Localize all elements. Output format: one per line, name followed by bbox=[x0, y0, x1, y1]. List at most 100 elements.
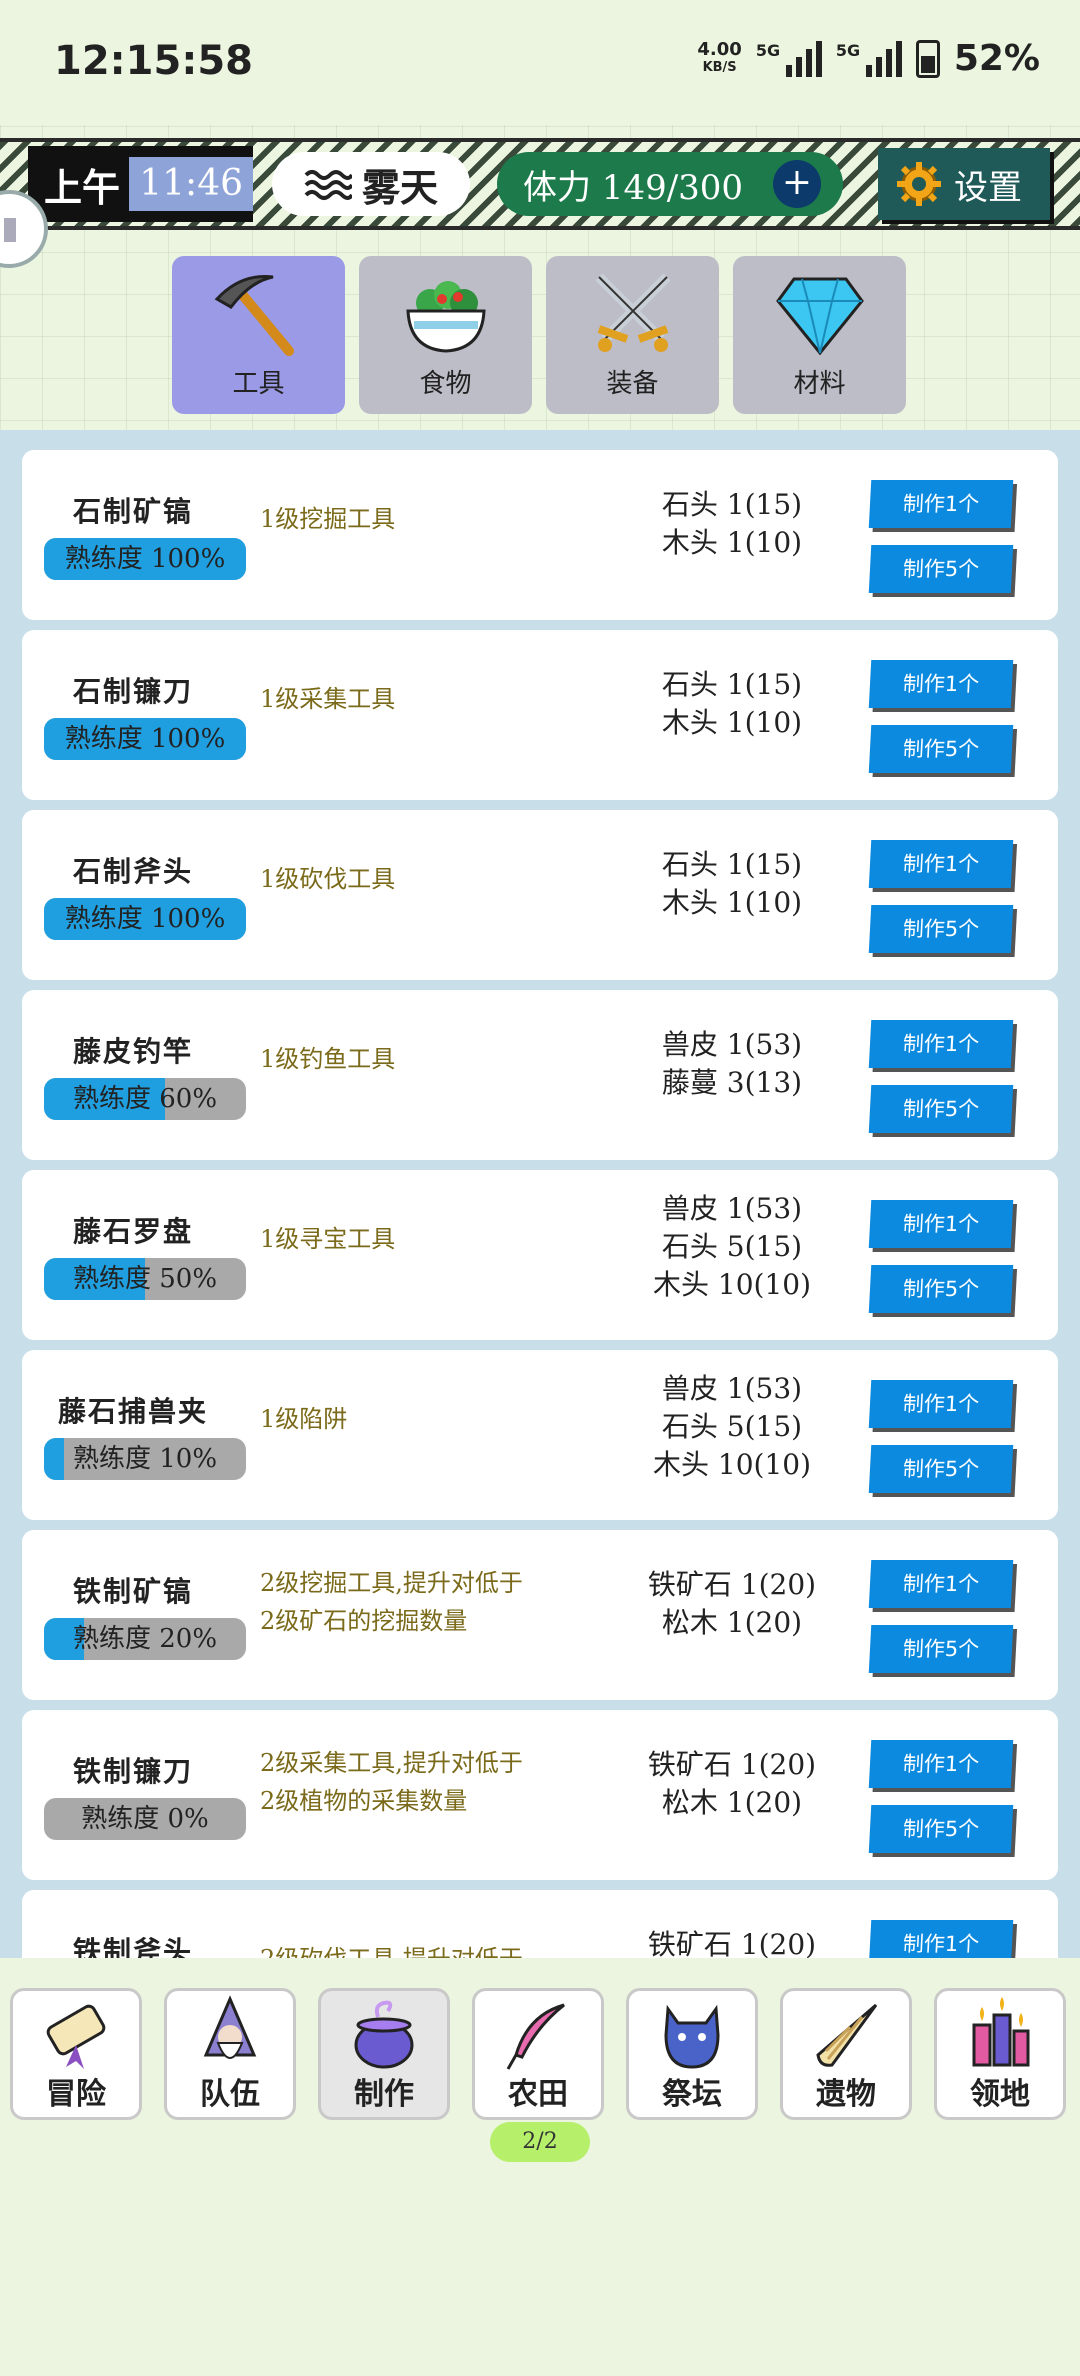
diamond-icon bbox=[775, 277, 864, 356]
material-requirement: 石头 5(15) bbox=[661, 1230, 803, 1263]
tab-label: 工具 bbox=[232, 369, 285, 399]
fog-icon bbox=[304, 170, 352, 200]
proficiency-label: 熟练度 60% bbox=[72, 1084, 218, 1114]
category-tabs: 工具 食物 装备 材料 bbox=[172, 256, 906, 414]
craft-5-button[interactable]: 制作5个 bbox=[868, 1445, 1014, 1493]
craft-5-button[interactable]: 制作5个 bbox=[868, 1805, 1014, 1853]
material-requirement: 藤蔓 3(13) bbox=[661, 1066, 803, 1099]
material-requirement: 木头 10(10) bbox=[652, 1448, 811, 1481]
craft-1-button[interactable]: 制作1个 bbox=[868, 1920, 1014, 1958]
tab-food[interactable]: 食物 bbox=[359, 256, 532, 414]
stamina-bar: 体力 149/300 + bbox=[497, 152, 843, 216]
recipe-description: 1级寻宝工具 bbox=[260, 1225, 396, 1253]
scroll-icon bbox=[46, 2004, 106, 2069]
crossed-swords-icon bbox=[594, 273, 671, 352]
bottom-navigation: 冒险 队伍 制作 农田 祭坛 遗物 领地 2/2 bbox=[0, 1958, 1080, 2376]
craft-1-button[interactable]: 制作1个 bbox=[868, 1740, 1014, 1788]
material-requirement: 松木 1(20) bbox=[661, 1786, 803, 1819]
craft-1-button[interactable]: 制作1个 bbox=[868, 1380, 1014, 1428]
proficiency-bar: 熟练度 100% bbox=[44, 898, 246, 940]
material-requirement: 兽皮 1(53) bbox=[661, 1028, 803, 1061]
material-requirement: 石头 1(15) bbox=[661, 488, 803, 521]
recipe-description: 1级挖掘工具 bbox=[260, 505, 396, 533]
material-requirement: 木头 1(10) bbox=[661, 886, 803, 919]
proficiency-label: 熟练度 0% bbox=[81, 1804, 209, 1834]
proficiency-label: 熟练度 10% bbox=[72, 1444, 218, 1474]
craft-1-button[interactable]: 制作1个 bbox=[868, 840, 1014, 888]
material-requirement: 铁矿石 1(20) bbox=[647, 1748, 817, 1781]
craft-1-button[interactable]: 制作1个 bbox=[868, 480, 1014, 528]
proficiency-bar: 熟练度 0% bbox=[44, 1798, 246, 1840]
add-stamina-button[interactable]: + bbox=[773, 160, 821, 208]
material-requirement: 木头 1(10) bbox=[661, 526, 803, 559]
recipe-description: 2级采集工具,提升对低于 bbox=[260, 1749, 523, 1777]
clock-ampm: 上午 bbox=[44, 164, 121, 210]
tab-equipment[interactable]: 装备 bbox=[546, 256, 719, 414]
settings-label: 设置 bbox=[954, 167, 1022, 208]
craft-5-button[interactable]: 制作5个 bbox=[868, 1625, 1014, 1673]
nav-territory[interactable]: 领地 bbox=[934, 1988, 1066, 2120]
craft-1-button[interactable]: 制作1个 bbox=[868, 1020, 1014, 1068]
recipe-card: 藤皮钓竿 熟练度 60% 1级钓鱼工具 兽皮 1(53) 藤蔓 3(13) 制作1个 制作5… bbox=[22, 990, 1058, 1160]
proficiency-bar: 熟练度 20% bbox=[44, 1618, 246, 1660]
proficiency-bar: 熟练度 10% bbox=[44, 1438, 246, 1480]
recipe-list[interactable]: 石制矿镐 熟练度 100% 1级挖掘工具 石头 1(15) 木头 1(10) 制作1个 制作… bbox=[0, 430, 1080, 1958]
nav-adventure[interactable]: 冒险 bbox=[10, 1988, 142, 2120]
recipe-name: 石制矿镐 bbox=[72, 495, 193, 528]
nav-relics[interactable]: 遗物 bbox=[780, 1988, 912, 2120]
proficiency-bar: 熟练度 100% bbox=[44, 538, 246, 580]
recipe-name: 藤石罗盘 bbox=[72, 1215, 193, 1248]
tab-tools[interactable]: 工具 bbox=[172, 256, 345, 414]
page-indicator: 2/2 bbox=[490, 2122, 590, 2162]
settings-button[interactable]: 设置 bbox=[878, 148, 1050, 220]
proficiency-label: 熟练度 100% bbox=[64, 904, 226, 934]
cauldron-icon bbox=[354, 2000, 414, 2069]
pickaxe-icon bbox=[214, 274, 294, 356]
tab-label: 装备 bbox=[606, 369, 659, 399]
nav-team[interactable]: 队伍 bbox=[164, 1988, 296, 2120]
craft-1-button[interactable]: 制作1个 bbox=[868, 660, 1014, 708]
craft-5-button[interactable]: 制作5个 bbox=[868, 1265, 1014, 1313]
nav-farm[interactable]: 农田 bbox=[472, 1988, 604, 2120]
recipe-card: 铁制矿镐 熟练度 20% 2级挖掘工具,提升对低于 2级矿石的挖掘数量 铁矿石 1(20… bbox=[22, 1530, 1058, 1700]
recipe-name: 石制镰刀 bbox=[72, 675, 193, 708]
craft-1-button[interactable]: 制作1个 bbox=[868, 1560, 1014, 1608]
candles-icon bbox=[972, 1997, 1030, 2067]
status-time: 12:15:58 bbox=[54, 38, 253, 84]
craft-5-button[interactable]: 制作5个 bbox=[868, 1085, 1014, 1133]
nav-altar[interactable]: 祭坛 bbox=[626, 1988, 758, 2120]
recipe-card: 石制镰刀 熟练度 100% 1级采集工具 石头 1(15) 木头 1(10) 制作1个 制作… bbox=[22, 630, 1058, 800]
shell-icon bbox=[816, 2003, 878, 2067]
craft-5-button[interactable]: 制作5个 bbox=[868, 725, 1014, 773]
material-requirement: 石头 5(15) bbox=[661, 1410, 803, 1443]
recipe-card: 铁制镰刀 熟练度 0% 2级采集工具,提升对低于 2级植物的采集数量 铁矿石 1(20)… bbox=[22, 1710, 1058, 1880]
recipe-description: 1级砍伐工具 bbox=[260, 865, 396, 893]
weather-label: 雾天 bbox=[361, 164, 438, 210]
proficiency-bar: 熟练度 50% bbox=[44, 1258, 246, 1300]
salad-bowl-icon bbox=[405, 281, 486, 353]
material-requirement: 兽皮 1(53) bbox=[661, 1192, 803, 1225]
craft-1-button[interactable]: 制作1个 bbox=[868, 1200, 1014, 1248]
material-requirement: 松木 1(20) bbox=[661, 1606, 803, 1639]
recipe-card: 石制斧头 熟练度 100% 1级砍伐工具 石头 1(15) 木头 1(10) 制作1个 制作… bbox=[22, 810, 1058, 980]
tab-label: 材料 bbox=[793, 369, 846, 399]
proficiency-label: 熟练度 20% bbox=[72, 1624, 218, 1654]
recipe-card: 藤石罗盘 熟练度 50% 1级寻宝工具 兽皮 1(53) 石头 5(15) 木头 10(1… bbox=[22, 1170, 1058, 1340]
recipe-name: 铁制斧头 bbox=[72, 1935, 193, 1958]
game-clock: 上午 11:46 bbox=[28, 146, 253, 222]
signal-icon-2: 5G bbox=[836, 40, 902, 77]
tab-materials[interactable]: 材料 bbox=[733, 256, 906, 414]
recipe-card: 铁制斧头熟练度 0%2级砍伐工具,提升对低于铁矿石 1(20)制作1个制作5个 bbox=[22, 1890, 1058, 1958]
recipe-name: 藤石捕兽夹 bbox=[57, 1395, 208, 1428]
craft-5-button[interactable]: 制作5个 bbox=[868, 545, 1014, 593]
weather-badge: 雾天 bbox=[272, 152, 470, 216]
craft-5-button[interactable]: 制作5个 bbox=[868, 905, 1014, 953]
recipe-card: 石制矿镐熟练度 100% 1级挖掘工具 石头 1(15) 木头 1(10) 制作1个制作… bbox=[22, 450, 1058, 620]
recipe-description: 2级挖掘工具,提升对低于 bbox=[260, 1569, 523, 1597]
proficiency-label: 熟练度 50% bbox=[72, 1264, 218, 1294]
recipe-description: 2级矿石的挖掘数量 bbox=[260, 1607, 468, 1635]
material-requirement: 石头 1(15) bbox=[661, 848, 803, 881]
gear-icon bbox=[897, 162, 941, 206]
proficiency-bar: 熟练度 60% bbox=[44, 1078, 246, 1120]
nav-crafting[interactable]: 制作 bbox=[318, 1988, 450, 2120]
